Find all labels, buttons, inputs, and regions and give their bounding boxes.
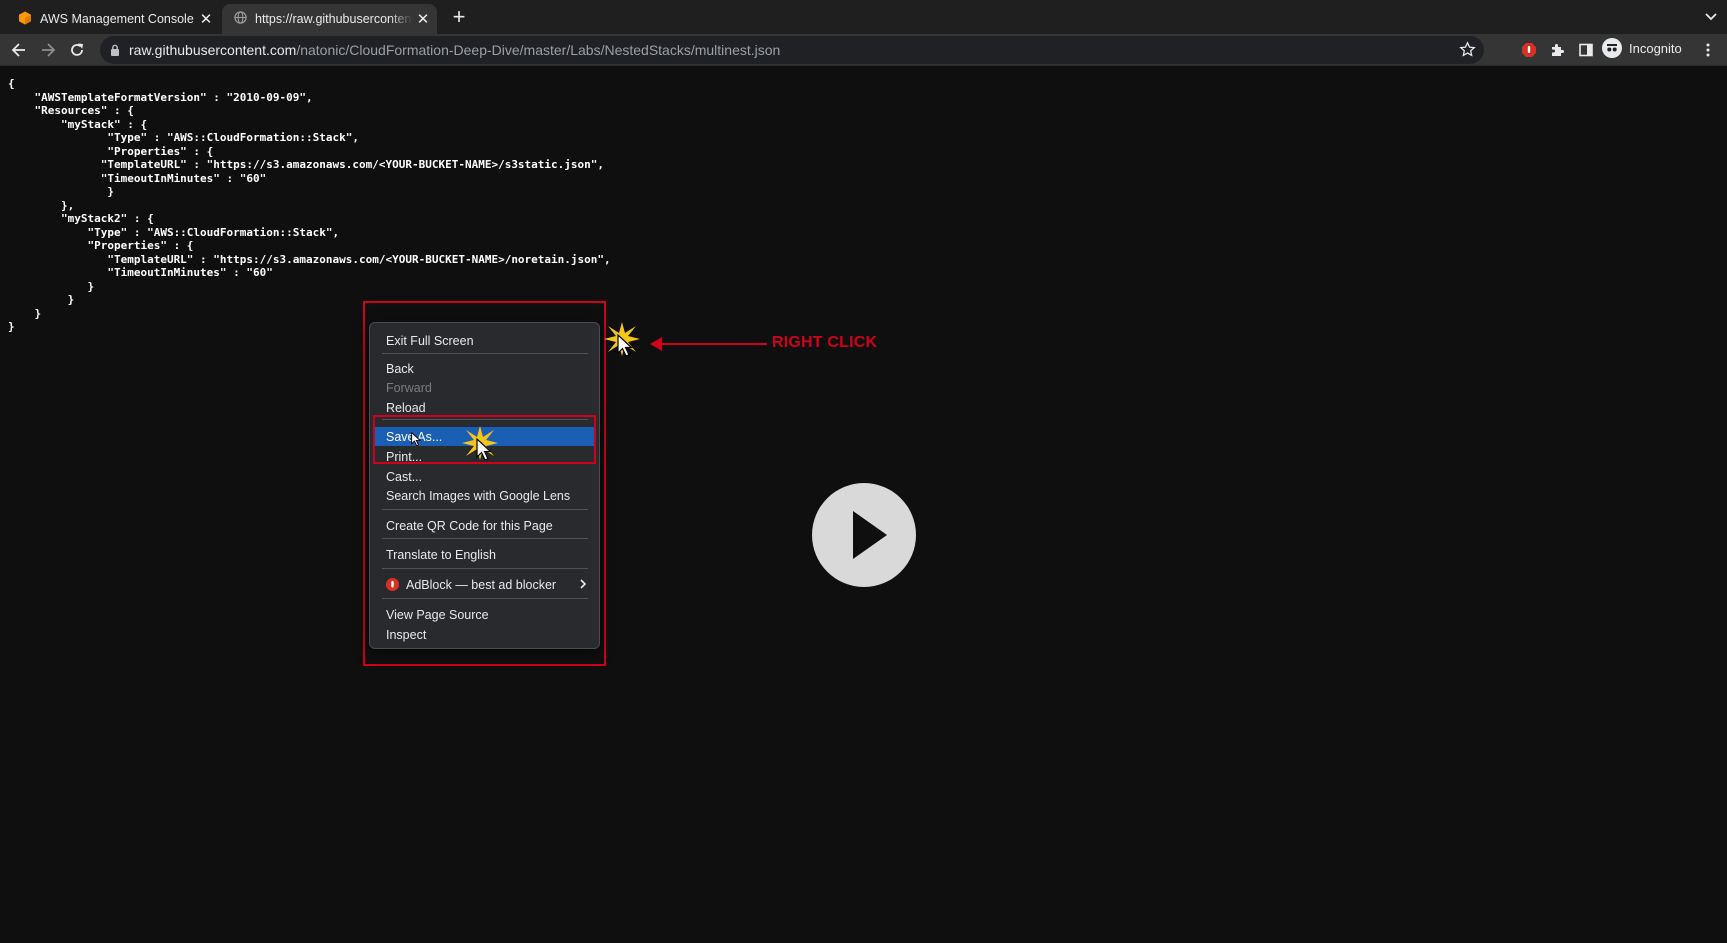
- back-arrow-icon[interactable]: [7, 38, 31, 62]
- annotation-right-click-label: RIGHT CLICK: [772, 334, 878, 351]
- menu-item-view-source[interactable]: View Page Source: [374, 605, 596, 624]
- adblock-hand-icon: [386, 578, 399, 591]
- lock-icon[interactable]: [110, 44, 120, 56]
- tab-title: AWS Management Console: [40, 12, 194, 26]
- menu-separator: [382, 509, 588, 510]
- menu-item-adblock[interactable]: AdBlock — best ad blocker: [374, 575, 596, 594]
- tab-search-chevron-icon[interactable]: [1700, 6, 1722, 28]
- profile-label: Incognito: [1629, 40, 1682, 56]
- tab-title: https://raw.githubusercontent.com/natoni…: [255, 12, 413, 26]
- side-panel-icon[interactable]: [1574, 38, 1598, 62]
- menu-separator: [382, 538, 588, 539]
- menu-separator: [382, 598, 588, 599]
- json-source-text: { "AWSTemplateFormatVersion" : "2010-09-…: [8, 77, 611, 333]
- address-bar[interactable]: raw.githubusercontent.com/natonic/CloudF…: [100, 36, 1484, 64]
- menu-separator: [382, 353, 588, 354]
- mouse-cursor-icon: [617, 333, 634, 363]
- browser-toolbar: raw.githubusercontent.com/natonic/CloudF…: [0, 34, 1727, 66]
- menu-item-exit-full-screen[interactable]: Exit Full Screen: [374, 331, 596, 350]
- url-host: raw.githubusercontent.com: [129, 42, 297, 58]
- menu-item-qr-code[interactable]: Create QR Code for this Page: [374, 516, 596, 535]
- extensions-puzzle-icon[interactable]: [1545, 38, 1569, 62]
- menu-item-forward[interactable]: Forward: [374, 378, 596, 397]
- incognito-icon: [1602, 38, 1622, 58]
- bookmark-star-icon[interactable]: [1459, 41, 1476, 61]
- menu-item-cast[interactable]: Cast...: [374, 467, 596, 486]
- menu-item-adblock-label: AdBlock — best ad blocker: [406, 577, 557, 592]
- tab-raw-github[interactable]: https://raw.githubusercontent.com/natoni…: [222, 4, 437, 34]
- close-tab-icon[interactable]: ✕: [196, 9, 216, 29]
- menu-separator: [382, 568, 588, 569]
- tab-aws-console[interactable]: AWS Management Console ✕: [8, 4, 220, 34]
- menu-item-inspect[interactable]: Inspect: [374, 625, 596, 644]
- incognito-profile-button[interactable]: Incognito: [1602, 38, 1682, 58]
- small-cursor-icon: [411, 431, 422, 452]
- globe-icon: [234, 11, 247, 27]
- menu-item-search-images[interactable]: Search Images with Google Lens: [374, 486, 596, 505]
- video-play-icon[interactable]: [812, 483, 916, 587]
- reload-icon[interactable]: [65, 38, 89, 62]
- menu-item-back[interactable]: Back: [374, 359, 596, 378]
- context-menu: Exit Full Screen Back Forward Reload Sav…: [369, 322, 600, 649]
- aws-cube-icon: [18, 11, 32, 28]
- new-tab-icon[interactable]: +: [447, 6, 471, 30]
- tab-strip: AWS Management Console ✕ https://raw.git…: [0, 0, 1727, 34]
- adblock-extension-icon[interactable]: [1517, 38, 1541, 62]
- forward-arrow-icon[interactable]: [36, 38, 60, 62]
- kebab-menu-icon[interactable]: [1696, 38, 1720, 62]
- mouse-cursor-icon: [476, 437, 493, 467]
- chevron-right-icon: [578, 578, 588, 593]
- menu-item-translate[interactable]: Translate to English: [374, 545, 596, 564]
- close-tab-icon[interactable]: ✕: [413, 9, 433, 29]
- annotation-arrow-line: [660, 343, 767, 345]
- url-path: /natonic/CloudFormation-Deep-Dive/master…: [296, 42, 781, 58]
